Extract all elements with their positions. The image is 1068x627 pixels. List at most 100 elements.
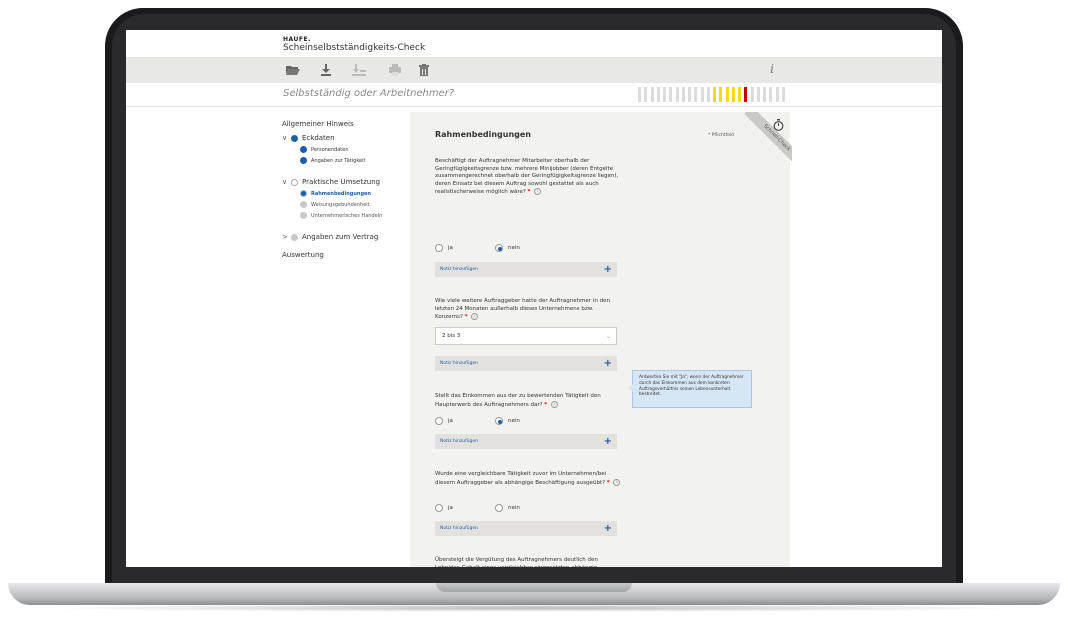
radio-circle <box>495 504 503 512</box>
add-note-button[interactable]: Notiz hinzufügen + <box>435 356 617 371</box>
sidebar-item-taetigkeit[interactable]: Angaben zur Tätigkeit <box>300 157 402 164</box>
radio-nein[interactable]: nein <box>495 504 520 512</box>
meter-segment <box>775 87 779 102</box>
add-note-label: Notiz hinzufügen <box>440 267 479 272</box>
download-icon[interactable] <box>319 64 333 77</box>
plus-icon: + <box>603 436 612 447</box>
check-circle-icon <box>300 157 307 164</box>
info-hint-icon[interactable]: i <box>471 313 479 321</box>
toolbar: i <box>126 58 942 83</box>
sidebar-item-auswertung[interactable]: Auswertung <box>282 251 402 259</box>
pending-circle-icon <box>300 201 307 208</box>
meter-segment <box>731 87 735 102</box>
sidebar-group-label: Angaben zum Vertrag <box>302 233 379 241</box>
meter-segment <box>656 87 660 102</box>
trash-icon[interactable] <box>417 64 431 77</box>
radio-circle <box>435 244 443 252</box>
brand-logo: HAUFE. <box>283 36 311 43</box>
add-note-button[interactable]: Notiz hinzufügen + <box>435 262 617 277</box>
radio-label: ja <box>448 505 453 511</box>
chevron-down-icon: ⌄ <box>605 333 611 340</box>
app-header: HAUFE. Scheinselbstständigkeits-Check <box>126 30 942 58</box>
meter-segment <box>713 87 716 102</box>
meter-segment <box>756 87 760 102</box>
radio-label: ja <box>448 418 453 424</box>
radio-label: ja <box>448 245 453 251</box>
meter-segment <box>663 87 666 102</box>
question-text: Wie viele weitere Auftraggeber hatte der… <box>435 298 610 321</box>
sidebar-item-label: Rahmenbedingungen <box>311 190 371 197</box>
sidebar-item-personendaten[interactable]: Personendaten <box>300 146 402 153</box>
meter-segment <box>769 87 773 102</box>
page-subtitle: Selbstständig oder Arbeitnehmer? <box>283 88 455 99</box>
add-note-button[interactable]: Notiz hinzufügen + <box>435 434 617 449</box>
auftraggeber-select[interactable]: 2 bis 3 ⌄ <box>435 327 617 345</box>
radio-ja[interactable]: ja <box>435 504 495 512</box>
sidebar-item-label: Unternehmerisches Handeln <box>311 212 383 219</box>
meter-segment <box>650 87 654 102</box>
app-title: Scheinselbstständigkeits-Check <box>283 43 426 53</box>
radio-circle-selected <box>495 244 503 252</box>
meter-segment <box>638 87 641 102</box>
radio-ja[interactable]: ja <box>435 244 495 252</box>
chevron-right-icon: > <box>282 233 288 241</box>
pending-circle-icon <box>300 212 307 219</box>
required-marker: * <box>464 314 468 321</box>
required-marker: * <box>606 479 610 486</box>
radio-circle-selected <box>495 417 503 425</box>
info-icon[interactable]: i <box>770 62 774 76</box>
info-hint-icon[interactable]: i <box>613 478 621 486</box>
add-note-label: Notiz hinzufügen <box>440 526 479 531</box>
sidebar-group-vertrag[interactable]: > Angaben zum Vertrag <box>282 233 402 241</box>
sidebar-group-label: Praktische Umsetzung <box>302 178 381 186</box>
select-value: 2 bis 3 <box>442 333 461 339</box>
sidebar-nav: Allgemeiner Hinweis ∨ Eckdaten Personend… <box>282 120 402 265</box>
folder-open-icon[interactable] <box>286 64 300 77</box>
question-5: Übersteigt die Vergütung des Auftragnehm… <box>435 557 621 567</box>
meter-segment <box>694 87 698 102</box>
app-screen: HAUFE. Scheinselbstständigkeits-Check i … <box>126 30 942 567</box>
sidebar-item-general[interactable]: Allgemeiner Hinweis <box>282 120 402 128</box>
meter-segment <box>725 87 729 102</box>
question-text: Wurde eine vergleichbare Tätigkeit zuvor… <box>435 471 607 486</box>
ribbon-label: Schnell-Check <box>744 112 792 166</box>
current-step-icon <box>300 190 307 197</box>
form-panel: Schnell-Check Rahmenbedingungen * Pflich… <box>410 112 792 567</box>
sidebar-item-label: Personendaten <box>311 146 349 153</box>
laptop-shadow <box>40 604 1028 612</box>
sidebar-item-weisungsgebundenheit[interactable]: Weisungsgebundenheit <box>300 201 402 208</box>
print-icon[interactable] <box>388 64 402 77</box>
risk-meter <box>638 87 788 102</box>
section-title: Rahmenbedingungen <box>435 130 531 139</box>
info-hint-icon[interactable]: i <box>534 188 542 196</box>
meter-segment <box>706 87 710 102</box>
sidebar-item-rahmenbedingungen[interactable]: Rahmenbedingungen <box>300 190 402 197</box>
question-4-options: ja nein <box>435 504 520 512</box>
question-text: Stellt das Einkommen aus der zu bewerten… <box>435 393 601 408</box>
pending-circle-icon <box>291 233 298 241</box>
info-hint-icon[interactable]: i <box>550 400 558 408</box>
sidebar-group-praktische-umsetzung[interactable]: ∨ Praktische Umsetzung <box>282 178 402 186</box>
question-4: Wurde eine vergleichbare Tätigkeit zuvor… <box>435 471 621 487</box>
meter-segment <box>669 87 673 102</box>
meter-segment <box>719 87 723 102</box>
export-icon[interactable] <box>352 64 366 77</box>
radio-nein[interactable]: nein <box>495 417 520 425</box>
meter-segment <box>750 87 754 102</box>
plus-icon: + <box>603 523 612 534</box>
meter-segment <box>744 87 748 102</box>
radio-nein[interactable]: nein <box>495 244 520 252</box>
add-note-button[interactable]: Notiz hinzufügen + <box>435 521 617 536</box>
radio-ja[interactable]: ja <box>435 417 495 425</box>
sidebar-group-label: Eckdaten <box>302 134 335 142</box>
sidebar-group-eckdaten[interactable]: ∨ Eckdaten <box>282 134 402 142</box>
add-note-label: Notiz hinzufügen <box>440 439 479 444</box>
sidebar-item-unternehmerisches-handeln[interactable]: Unternehmerisches Handeln <box>300 212 402 219</box>
meter-segment <box>781 87 785 102</box>
question-2: Wie viele weitere Auftraggeber hatte der… <box>435 298 621 322</box>
meter-segment <box>644 87 648 102</box>
meter-segment <box>675 87 679 102</box>
subheader: Selbstständig oder Arbeitnehmer? <box>126 83 942 107</box>
check-circle-icon <box>300 146 307 153</box>
radio-label: nein <box>508 418 520 424</box>
